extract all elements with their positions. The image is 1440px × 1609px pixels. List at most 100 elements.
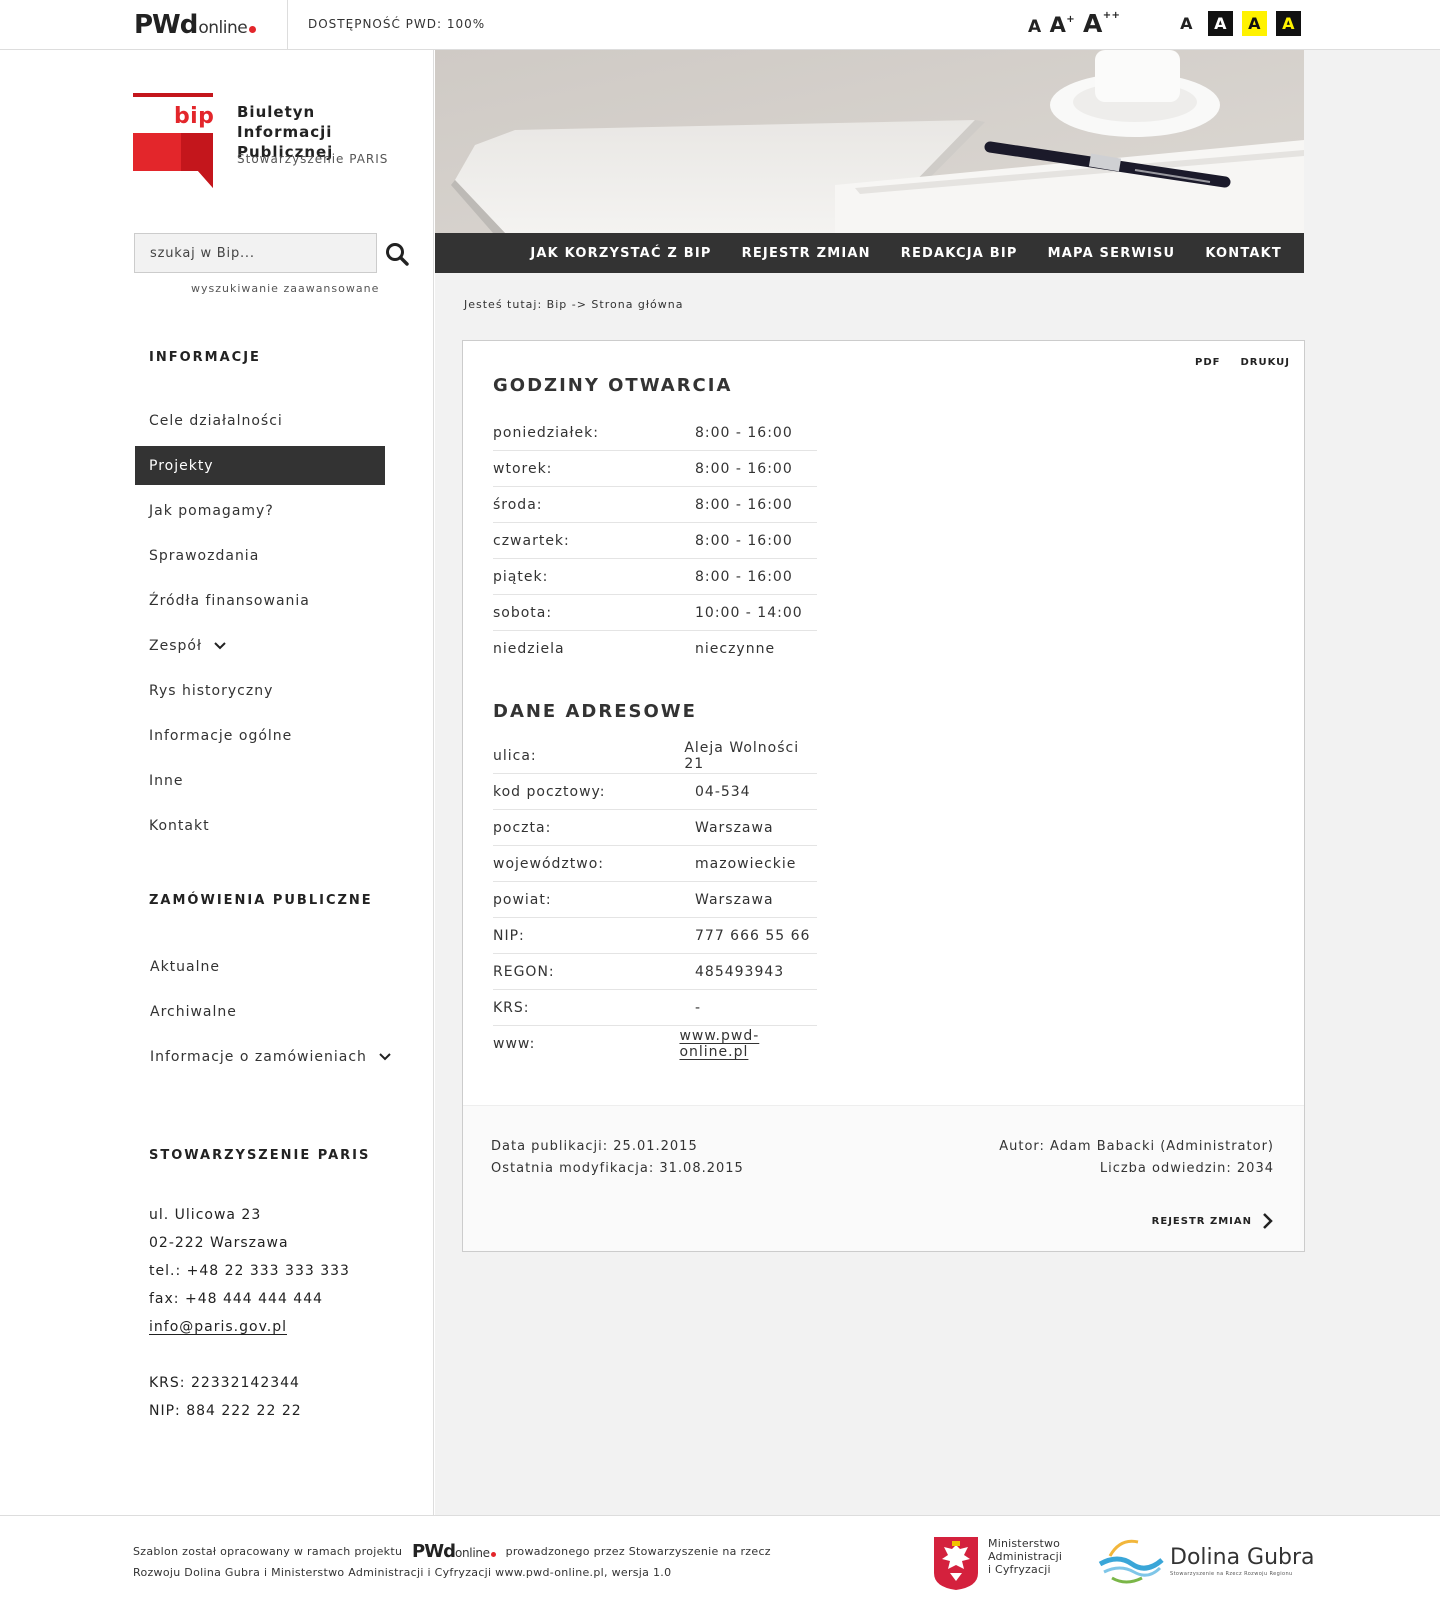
- menu-item[interactable]: Inne: [135, 761, 385, 800]
- address-table: ulica: Aleja Wolności 21 kod pocztowy: 04-…: [493, 738, 817, 1062]
- table-row: poczta: Warszawa: [493, 810, 817, 846]
- row-value: 8:00 - 16:00: [695, 532, 793, 549]
- row-key: środa:: [493, 496, 543, 513]
- menu-item-label: Źródła finansowania: [149, 592, 310, 609]
- row-value: 8:00 - 16:00: [695, 460, 793, 477]
- ministry-line-3: i Cyfryzacji: [988, 1563, 1051, 1576]
- footer-text: Szablon został opracowany w ramach proje…: [133, 1542, 771, 1582]
- search-input[interactable]: [134, 233, 377, 273]
- menu-item[interactable]: Źródła finansowania: [135, 581, 385, 620]
- menu-item-label: Cele działalności: [149, 412, 283, 429]
- org-nip: NIP: 884 222 22 22: [149, 1403, 302, 1419]
- contrast-switcher: A A A A: [1174, 11, 1301, 36]
- menu-item-expandable[interactable]: Informacje o zamówieniach: [136, 1037, 396, 1076]
- sidebar: bip Biuletyn Informacji Publicznej Stowa…: [0, 50, 434, 1515]
- breadcrumb: Jesteś tutaj: Bip -> Strona główna: [464, 298, 684, 311]
- svg-text:bip: bip: [174, 104, 214, 129]
- change-register-label: REJESTR ZMIAN: [1151, 1215, 1252, 1227]
- font-size-xlarge-letter: A: [1083, 9, 1103, 38]
- divider: [287, 0, 288, 49]
- modification-date: Ostatnia modyfikacja: 31.08.2015: [491, 1161, 744, 1176]
- menu-item[interactable]: Sprawozdania: [135, 536, 385, 575]
- logo-dot: [249, 26, 257, 33]
- row-value: nieczynne: [695, 641, 776, 657]
- polish-eagle-emblem-icon: [934, 1537, 978, 1590]
- publication-date: Data publikacji: 25.01.2015: [491, 1139, 698, 1154]
- table-row: sobota: 10:00 - 14:00: [493, 595, 817, 631]
- pwd-online-logo[interactable]: PWd online: [134, 10, 257, 40]
- footer-line-2: Rozwoju Dolina Gubra i Ministerstwo Admi…: [133, 1566, 672, 1579]
- menu-item-active[interactable]: Projekty: [135, 446, 385, 485]
- nav-sitemap[interactable]: MAPA SERWISU: [1048, 246, 1176, 261]
- row-value: 8:00 - 16:00: [695, 568, 793, 585]
- nav-bip-editors[interactable]: REDAKCJA BIP: [901, 246, 1018, 261]
- dolina-gubra-text: Dolina Gubra Stowarzyszenie na Rzecz Roz…: [1170, 1545, 1315, 1577]
- nav-change-register[interactable]: REJESTR ZMIAN: [742, 246, 871, 261]
- menu-item[interactable]: Rys historyczny: [135, 671, 385, 710]
- row-key: www:: [493, 1036, 536, 1052]
- hours-table: poniedziałek: 8:00 - 16:00 wtorek: 8:00 - …: [493, 415, 817, 667]
- row-value: 8:00 - 16:00: [695, 424, 793, 441]
- menu-item-label: Informacje ogólne: [149, 727, 293, 744]
- table-row: KRS: -: [493, 990, 817, 1026]
- menu-item-label: Informacje o zamówieniach: [150, 1048, 367, 1065]
- font-size-xlarge-button[interactable]: A++: [1083, 9, 1120, 38]
- contrast-black-white-button[interactable]: A: [1208, 11, 1233, 36]
- table-row: kod pocztowy: 04-534: [493, 774, 817, 810]
- contrast-default-button[interactable]: A: [1174, 11, 1199, 36]
- advanced-search-link[interactable]: wyszukiwanie zaawansowane: [191, 282, 379, 295]
- nav-how-to-use[interactable]: JAK KORZYSTAĆ Z BIP: [530, 246, 711, 261]
- row-value: Aleja Wolności 21: [684, 739, 800, 772]
- print-button[interactable]: DRUKUJ: [1240, 357, 1290, 368]
- author-meta: Autor: Adam Babacki (Administrator) Licz…: [999, 1136, 1274, 1180]
- contrast-yellow-black-button[interactable]: A: [1242, 11, 1267, 36]
- dolina-gubra-emblem-icon: [1098, 1539, 1164, 1584]
- org-email-link[interactable]: info@paris.gov.pl: [149, 1319, 287, 1335]
- row-key: niedziela: [493, 641, 565, 657]
- page-footer: Szablon został opracowany w ramach proje…: [0, 1515, 1440, 1609]
- org-fax: fax: +48 444 444 444: [149, 1291, 324, 1307]
- pdf-button[interactable]: PDF: [1195, 357, 1220, 368]
- row-key: NIP:: [493, 927, 525, 944]
- table-row: powiat: Warszawa: [493, 882, 817, 918]
- bip-logo-icon[interactable]: bip: [133, 93, 215, 188]
- row-value: -: [695, 999, 702, 1016]
- table-row: NIP: 777 666 55 66: [493, 918, 817, 954]
- table-row: poniedziałek: 8:00 - 16:00: [493, 415, 817, 451]
- section-heading-orders: ZAMÓWIENIA PUBLICZNE: [149, 893, 373, 908]
- chevron-down-icon: [214, 641, 226, 649]
- font-size-large-button[interactable]: A+: [1050, 15, 1075, 36]
- search-icon[interactable]: [385, 242, 409, 266]
- menu-item[interactable]: Cele działalności: [135, 401, 385, 440]
- font-size-large-letter: A: [1049, 13, 1067, 37]
- change-register-link[interactable]: REJESTR ZMIAN: [1152, 1212, 1274, 1230]
- menu-item-label: Aktualne: [150, 958, 221, 975]
- table-row: piątek: 8:00 - 16:00: [493, 559, 817, 595]
- chevron-right-icon: [1263, 1213, 1273, 1229]
- row-value: 777 666 55 66: [695, 927, 811, 944]
- website-link[interactable]: www.pwd-online.pl: [679, 1028, 817, 1060]
- card-footer: Data publikacji: 25.01.2015 Ostatnia mod…: [463, 1105, 1304, 1251]
- section-heading-info: INFORMACJE: [149, 350, 261, 365]
- row-key: REGON:: [493, 963, 555, 980]
- menu-item-expandable[interactable]: Zespół: [135, 626, 385, 665]
- row-value: 485493943: [695, 963, 785, 980]
- org-krs: KRS: 22332142344: [149, 1375, 300, 1391]
- org-city: 02-222 Warszawa: [149, 1235, 289, 1251]
- logo-online-text: online: [454, 1546, 490, 1560]
- row-key: sobota:: [493, 604, 553, 621]
- menu-item[interactable]: Informacje ogólne: [135, 716, 385, 755]
- menu-item-label: Jak pomagamy?: [149, 502, 274, 519]
- contrast-black-yellow-button[interactable]: A: [1276, 11, 1301, 36]
- font-size-normal-button[interactable]: A: [1028, 19, 1042, 36]
- menu-item[interactable]: Jak pomagamy?: [135, 491, 385, 530]
- dolina-gubra-name: Dolina Gubra: [1170, 1545, 1315, 1570]
- menu-item[interactable]: Kontakt: [135, 806, 385, 845]
- menu-item[interactable]: Aktualne: [136, 947, 386, 986]
- menu-item-label: Projekty: [149, 457, 214, 474]
- nav-contact[interactable]: KONTAKT: [1205, 246, 1282, 261]
- bip-subtitle: Stowarzyszenie PARIS: [237, 152, 389, 166]
- logo-dot: [490, 1552, 496, 1557]
- menu-item-label: Archiwalne: [150, 1003, 237, 1020]
- menu-item[interactable]: Archiwalne: [136, 992, 386, 1031]
